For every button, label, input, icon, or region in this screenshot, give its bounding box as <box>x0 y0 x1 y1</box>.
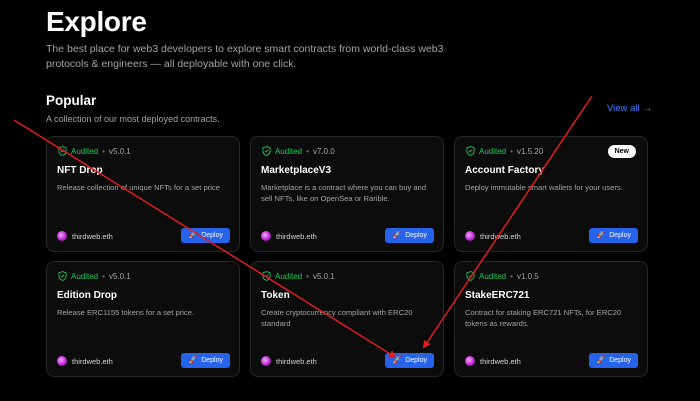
card-description: Release ERC1155 tokens for a set price. <box>57 308 195 317</box>
shield-check-icon <box>58 271 67 281</box>
separator-dot: • <box>510 271 513 281</box>
card-author[interactable]: thirdweb.eth <box>465 231 521 241</box>
deploy-button[interactable]: 🚀 Deploy <box>589 228 638 243</box>
author-name: thirdweb.eth <box>276 231 317 241</box>
deploy-label: Deploy <box>405 357 427 364</box>
card-description: Marketplace is a contract where you can … <box>261 183 427 203</box>
deploy-label: Deploy <box>609 232 631 239</box>
version-label: v5.0.1 <box>108 146 131 156</box>
version-label: v1.0.5 <box>516 271 539 281</box>
card-meta: Audited • v5.0.1 <box>262 271 335 281</box>
separator-dot: • <box>102 146 105 156</box>
deploy-button[interactable]: 🚀 Deploy <box>589 353 638 368</box>
section-title: Popular <box>46 93 97 108</box>
avatar-icon <box>465 356 475 366</box>
card-meta: Audited • v7.0.0 <box>262 146 335 156</box>
shield-check-icon <box>262 271 271 281</box>
separator-dot: • <box>102 271 105 281</box>
rocket-icon: 🚀 <box>392 357 402 364</box>
view-all-link[interactable]: View all → <box>607 103 653 114</box>
card-title: Token <box>261 290 290 301</box>
audited-label: Audited <box>479 146 507 156</box>
version-label: v5.0.1 <box>108 271 131 281</box>
audited-label: Audited <box>275 146 303 156</box>
shield-check-icon <box>466 271 475 281</box>
card-title: StakeERC721 <box>465 290 530 301</box>
rocket-icon: 🚀 <box>188 357 198 364</box>
card-meta: Audited • v1.5.20 <box>466 146 543 156</box>
deploy-label: Deploy <box>201 357 223 364</box>
rocket-icon: 🚀 <box>392 232 402 239</box>
shield-check-icon <box>466 146 475 156</box>
version-label: v7.0.0 <box>312 146 335 156</box>
version-label: v1.5.20 <box>516 146 544 156</box>
avatar-icon <box>261 356 271 366</box>
author-name: thirdweb.eth <box>72 231 113 241</box>
avatar-icon <box>465 231 475 241</box>
card-author[interactable]: thirdweb.eth <box>261 356 317 366</box>
card-author[interactable]: thirdweb.eth <box>261 231 317 241</box>
rocket-icon: 🚀 <box>596 357 606 364</box>
contract-card-edition-drop[interactable]: Audited • v5.0.1 Edition Drop Release ER… <box>46 261 240 377</box>
view-all-label: View all <box>607 103 640 114</box>
author-name: thirdweb.eth <box>480 356 521 366</box>
card-description: Release collection of unique NFTs for a … <box>57 183 220 192</box>
separator-dot: • <box>306 271 309 281</box>
card-description: Contract for staking ERC721 NFTs, for ER… <box>465 308 622 328</box>
rocket-icon: 🚀 <box>188 232 198 239</box>
version-label: v5.0.1 <box>312 271 335 281</box>
card-title: MarketplaceV3 <box>261 165 332 176</box>
arrow-right-icon: → <box>642 103 653 114</box>
card-meta: Audited • v5.0.1 <box>58 146 131 156</box>
avatar-icon <box>57 231 67 241</box>
new-badge: New <box>607 145 636 158</box>
card-title: Account Factory <box>465 165 544 176</box>
deploy-button[interactable]: 🚀 Deploy <box>385 228 434 243</box>
card-title: NFT Drop <box>57 165 103 176</box>
separator-dot: • <box>510 146 513 156</box>
rocket-icon: 🚀 <box>596 232 606 239</box>
author-name: thirdweb.eth <box>480 231 521 241</box>
page-title: Explore <box>46 6 147 37</box>
audited-label: Audited <box>71 146 99 156</box>
avatar-icon <box>57 356 67 366</box>
card-title: Edition Drop <box>57 290 117 301</box>
deploy-button[interactable]: 🚀 Deploy <box>385 353 434 368</box>
section-subtitle: A collection of our most deployed contra… <box>46 114 220 124</box>
deploy-label: Deploy <box>609 357 631 364</box>
author-name: thirdweb.eth <box>276 356 317 366</box>
contract-card-nft-drop[interactable]: Audited • v5.0.1 NFT Drop Release collec… <box>46 136 240 252</box>
contract-card-account-factory[interactable]: Audited • v1.5.20 New Account Factory De… <box>454 136 648 252</box>
shield-check-icon <box>262 146 271 156</box>
contract-card-stake-erc721[interactable]: Audited • v1.0.5 StakeERC721 Contract fo… <box>454 261 648 377</box>
deploy-label: Deploy <box>201 232 223 239</box>
deploy-button[interactable]: 🚀 Deploy <box>181 228 230 243</box>
shield-check-icon <box>58 146 67 156</box>
audited-label: Audited <box>275 271 303 281</box>
page-subtitle: The best place for web3 developers to ex… <box>46 43 444 70</box>
deploy-button[interactable]: 🚀 Deploy <box>181 353 230 368</box>
card-author[interactable]: thirdweb.eth <box>465 356 521 366</box>
card-meta: Audited • v1.0.5 <box>466 271 539 281</box>
card-author[interactable]: thirdweb.eth <box>57 356 113 366</box>
audited-label: Audited <box>479 271 507 281</box>
card-description: Create cryptocurrency compliant with ERC… <box>261 308 413 328</box>
card-meta: Audited • v5.0.1 <box>58 271 131 281</box>
contract-card-marketplace-v3[interactable]: Audited • v7.0.0 MarketplaceV3 Marketpla… <box>250 136 444 252</box>
deploy-label: Deploy <box>405 232 427 239</box>
card-description: Deploy immutable smart wallets for your … <box>465 183 623 192</box>
author-name: thirdweb.eth <box>72 356 113 366</box>
card-author[interactable]: thirdweb.eth <box>57 231 113 241</box>
avatar-icon <box>261 231 271 241</box>
audited-label: Audited <box>71 271 99 281</box>
contract-card-token[interactable]: Audited • v5.0.1 Token Create cryptocurr… <box>250 261 444 377</box>
separator-dot: • <box>306 146 309 156</box>
